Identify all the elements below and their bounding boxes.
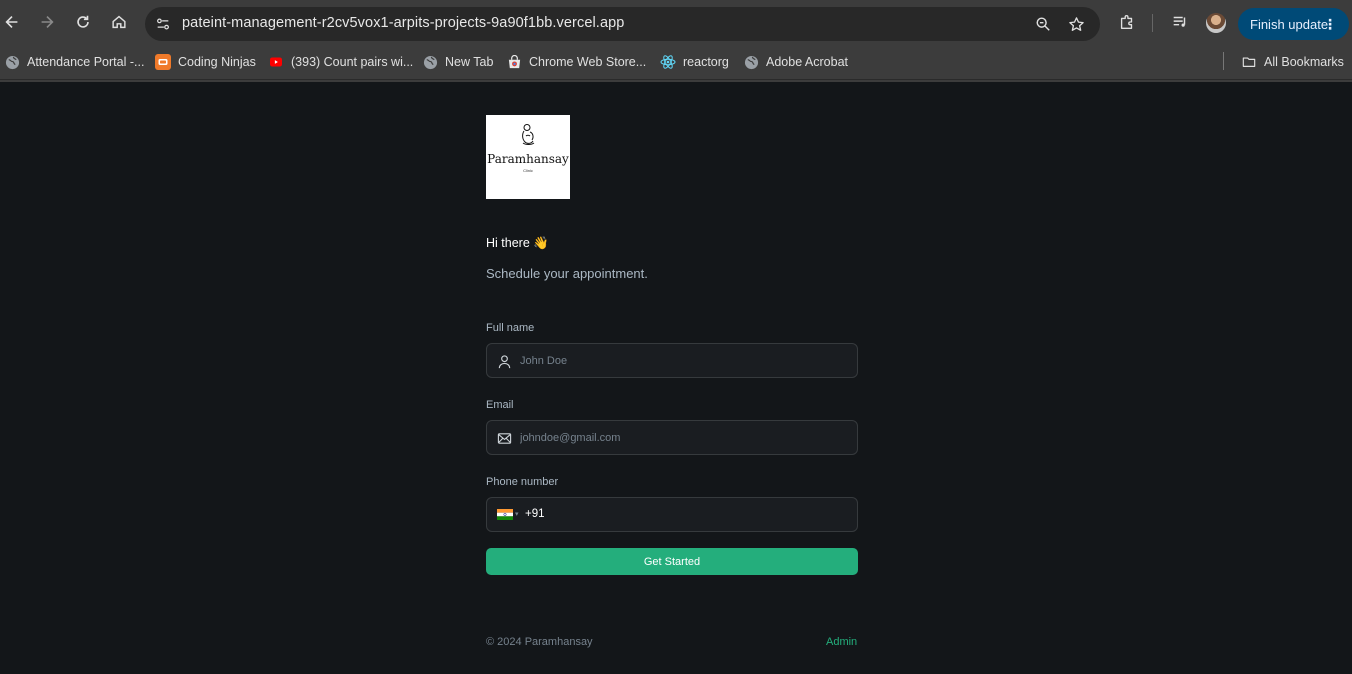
- bookmark-coding-ninjas[interactable]: Coding Ninjas: [155, 53, 256, 71]
- bookmark-chrome-web-store[interactable]: Chrome Web Store...: [506, 53, 646, 71]
- arrow-right-icon: [41, 16, 54, 28]
- forward-button[interactable]: [35, 10, 59, 34]
- bookmark-youtube[interactable]: (393) Count pairs wi...: [268, 53, 413, 71]
- profile-avatar[interactable]: [1206, 13, 1226, 33]
- folder-icon: [1241, 54, 1257, 70]
- chevron-down-icon[interactable]: ▾: [515, 510, 519, 518]
- bookmark-star-icon[interactable]: [1067, 15, 1085, 33]
- greeting-heading: Hi there 👋: [486, 236, 549, 250]
- back-button[interactable]: [0, 10, 24, 34]
- toolbar-divider: [1152, 14, 1153, 32]
- bookmark-label: (393) Count pairs wi...: [291, 55, 414, 69]
- media-control-icon[interactable]: [1170, 12, 1190, 32]
- home-button[interactable]: [107, 10, 131, 34]
- bookmark-label: New Tab: [445, 55, 494, 69]
- globe-icon: [4, 54, 20, 70]
- india-flag-icon[interactable]: [497, 509, 513, 520]
- phone-label: Phone number: [486, 476, 559, 488]
- reload-icon: [77, 15, 89, 28]
- bookmark-attendance-portal[interactable]: Attendance Portal -...: [4, 53, 144, 71]
- bookmarks-bar: Attendance Portal -... Coding Ninjas (39…: [0, 44, 1352, 80]
- logo-sub-text: Clinic: [523, 168, 533, 173]
- browser-toolbar: pateint-management-r2cv5vox1-arpits-proj…: [0, 0, 1352, 44]
- reload-button[interactable]: [71, 10, 95, 34]
- mail-icon: [496, 430, 512, 446]
- bookmark-reactorg[interactable]: reactorg: [660, 53, 729, 71]
- bookmark-new-tab[interactable]: New Tab: [422, 53, 493, 71]
- bookmark-adobe-acrobat[interactable]: Adobe Acrobat: [743, 53, 848, 71]
- finish-update-label: Finish update: [1250, 16, 1329, 32]
- bookmark-label: Coding Ninjas: [178, 55, 256, 69]
- coding-ninjas-icon: [155, 54, 171, 70]
- email-input[interactable]: [520, 421, 850, 454]
- globe-icon: [743, 54, 759, 70]
- all-bookmarks-label: All Bookmarks: [1264, 55, 1344, 69]
- site-settings-icon[interactable]: [154, 15, 172, 33]
- page-content: Paramhansay Clinic Hi there 👋 Schedule y…: [0, 82, 1352, 674]
- get-started-button[interactable]: Get Started: [486, 548, 858, 575]
- admin-link[interactable]: Admin: [826, 636, 857, 648]
- bookmark-label: Adobe Acrobat: [766, 55, 849, 69]
- react-icon: [660, 54, 676, 70]
- phone-country-code[interactable]: +91: [525, 508, 545, 520]
- user-icon: [496, 353, 512, 369]
- chrome-web-store-icon: [506, 54, 522, 70]
- mother-child-icon: [522, 124, 535, 145]
- logo-brand-text: Paramhansay: [487, 152, 569, 166]
- bookmark-label: Chrome Web Store...: [529, 55, 647, 69]
- finish-update-button[interactable]: Finish update ⋮: [1238, 8, 1349, 40]
- phone-field[interactable]: ▾ +91: [486, 497, 858, 532]
- footer-copyright: © 2024 Paramhansay: [486, 636, 593, 648]
- page-subtitle: Schedule your appointment.: [486, 266, 648, 281]
- url-text[interactable]: pateint-management-r2cv5vox1-arpits-proj…: [182, 15, 624, 31]
- bookmarks-divider: [1223, 52, 1224, 70]
- home-icon: [112, 15, 126, 29]
- all-bookmarks[interactable]: All Bookmarks: [1241, 53, 1344, 71]
- arrow-left-icon: [5, 16, 18, 28]
- globe-icon: [422, 54, 438, 70]
- browser-chrome: pateint-management-r2cv5vox1-arpits-proj…: [0, 0, 1352, 82]
- email-label: Email: [486, 399, 514, 411]
- extensions-icon[interactable]: [1117, 12, 1137, 32]
- zoom-icon[interactable]: [1034, 15, 1052, 33]
- bookmark-label: reactorg: [683, 55, 729, 69]
- full-name-label: Full name: [486, 322, 535, 334]
- more-vert-icon: ⋮: [1323, 16, 1337, 32]
- full-name-field[interactable]: [486, 343, 858, 378]
- youtube-icon: [268, 54, 284, 70]
- full-name-input[interactable]: [520, 344, 850, 377]
- bookmark-label: Attendance Portal -...: [27, 55, 145, 69]
- clinic-logo: Paramhansay Clinic: [486, 115, 570, 199]
- email-field[interactable]: [486, 420, 858, 455]
- address-bar[interactable]: pateint-management-r2cv5vox1-arpits-proj…: [145, 7, 1100, 41]
